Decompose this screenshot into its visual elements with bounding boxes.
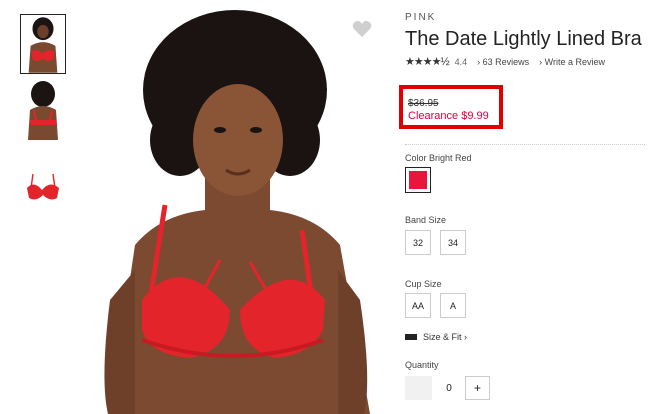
- original-price: $36.95: [408, 98, 439, 109]
- quantity-label: Quantity: [405, 360, 439, 370]
- size-fit-link[interactable]: Size & Fit ›: [405, 332, 467, 342]
- divider: [405, 144, 645, 145]
- thumbnail-back[interactable]: [20, 80, 66, 140]
- write-review-link[interactable]: › Write a Review: [539, 57, 605, 67]
- write-review-label: Write a Review: [544, 56, 606, 67]
- band-size-option[interactable]: 34: [440, 230, 466, 255]
- quantity-increase-button[interactable]: +: [465, 376, 490, 400]
- size-fit-label: Size & Fit ›: [423, 332, 468, 342]
- color-swatch-fill: [409, 171, 427, 189]
- star-rating-icon: ★★★★½: [405, 56, 450, 68]
- cup-size-label: Cup Size: [405, 279, 442, 289]
- product-title: The Date Lightly Lined Bra: [405, 28, 642, 50]
- band-size-option[interactable]: 32: [405, 230, 431, 255]
- cup-size-option[interactable]: AA: [405, 293, 431, 318]
- reviews-link[interactable]: › 63 Reviews: [477, 57, 529, 67]
- product-image: [80, 0, 390, 414]
- price-highlight-box: $36.95 Clearance $9.99: [399, 85, 503, 129]
- color-label: Color Bright Red: [405, 153, 472, 163]
- reviews-link-label: 63 Reviews: [482, 56, 530, 67]
- ruler-icon: [405, 334, 417, 340]
- rating-value: 4.4: [454, 56, 468, 67]
- thumbnail-front[interactable]: [20, 14, 66, 74]
- cup-size-option[interactable]: A: [440, 293, 466, 318]
- clearance-price: Clearance $9.99: [408, 110, 489, 122]
- band-size-label: Band Size: [405, 215, 447, 225]
- color-swatch-bright-red[interactable]: [405, 167, 431, 193]
- thumbnail-product[interactable]: [20, 162, 66, 222]
- rating-row: ★★★★½ 4.4 › 63 Reviews › Write a Review: [405, 55, 605, 68]
- brand-name: PINK: [405, 12, 437, 23]
- heart-icon[interactable]: [352, 20, 372, 38]
- quantity-value: 0: [446, 382, 452, 394]
- quantity-decrease-button[interactable]: [405, 376, 432, 400]
